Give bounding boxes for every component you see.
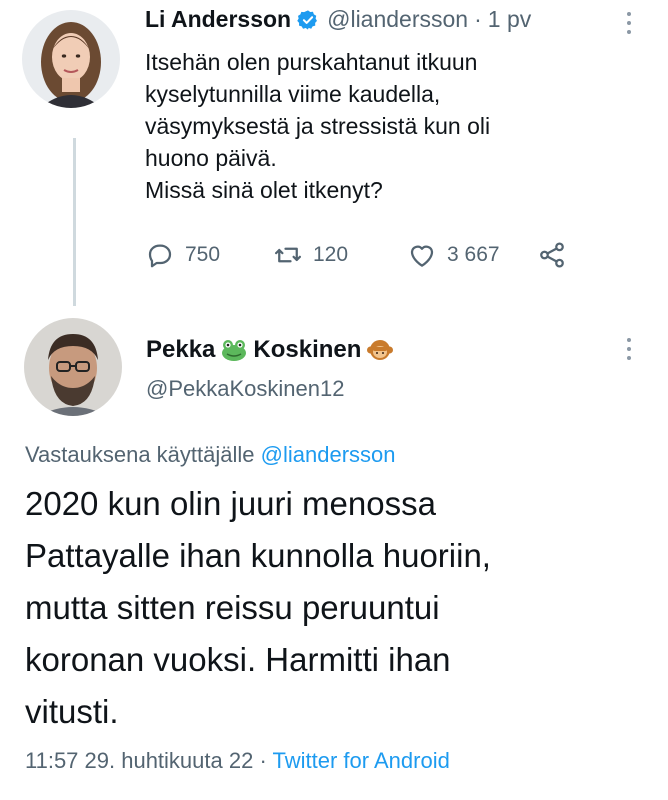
separator-dot: · xyxy=(259,748,267,773)
reply-button[interactable]: 750 xyxy=(145,240,220,270)
tweet-text-line: vitusti. xyxy=(25,693,119,730)
handle[interactable]: @liandersson xyxy=(327,6,468,33)
like-button[interactable]: 3 667 xyxy=(407,240,500,270)
tweet-text-line: Itsehän olen purskahtanut itkuun xyxy=(145,49,478,75)
display-name-part: Koskinen xyxy=(253,336,362,363)
retweet-button[interactable]: 120 xyxy=(273,240,348,270)
avatar-portrait-icon xyxy=(22,10,120,108)
like-count: 3 667 xyxy=(447,243,500,266)
timestamp[interactable]: 1 pv xyxy=(488,6,531,33)
display-name[interactable]: Li Andersson xyxy=(145,6,291,33)
tweet2-display-name[interactable]: Pekka Koskinen xyxy=(146,336,399,364)
retweet-count: 120 xyxy=(313,243,349,266)
client-link[interactable]: Twitter for Android xyxy=(273,748,450,773)
like-icon xyxy=(410,245,434,267)
tweet-text-line: kyselytunnilla viime kaudella, xyxy=(145,81,441,107)
tweet1-text: Itsehän olen purskahtanut itkuun kyselyt… xyxy=(145,46,605,206)
avatar-portrait-icon xyxy=(24,318,122,416)
frog-emoji-icon xyxy=(222,340,247,361)
tweet-text-line: 2020 kun olin juuri menossa xyxy=(25,485,436,522)
reply-icon xyxy=(148,244,172,268)
monkey-emoji-icon xyxy=(367,340,394,360)
retweet-icon xyxy=(275,247,301,263)
tweet-text-line: koronan vuoksi. Harmitti ihan xyxy=(25,641,451,678)
reply-mention-link[interactable]: @liandersson xyxy=(261,442,396,467)
tweet2-handle[interactable]: @PekkaKoskinen12 xyxy=(146,376,344,402)
avatar-pekka-koskinen[interactable] xyxy=(24,318,122,416)
reply-context: Vastauksena käyttäjälle @liandersson xyxy=(25,442,396,468)
tweet-timestamp[interactable]: 11:57 29. huhtikuuta 22 xyxy=(25,748,253,773)
tweet2-text: 2020 kun olin juuri menossa Pattayalle i… xyxy=(25,478,645,738)
avatar-li-andersson[interactable] xyxy=(22,10,120,108)
share-icon xyxy=(540,242,564,268)
display-name-part: Pekka xyxy=(146,336,216,363)
tweet2-meta: 11:57 29. huhtikuuta 22 · Twitter for An… xyxy=(25,748,450,774)
tweet-text-line: Missä sinä olet itkenyt? xyxy=(145,177,383,203)
separator-dot: · xyxy=(474,6,482,32)
reply-count: 750 xyxy=(185,243,221,266)
thread-line xyxy=(73,138,76,306)
tweet1-header: Li Andersson @liandersson · 1 pv xyxy=(145,6,531,33)
tweet-text-line: mutta sitten reissu peruuntui xyxy=(25,589,440,626)
share-button[interactable] xyxy=(537,240,567,270)
more-icon[interactable] xyxy=(624,338,634,360)
tweet-text-line: Pattayalle ihan kunnolla huoriin, xyxy=(25,537,491,574)
tweet1-actions: 750 120 3 667 xyxy=(145,240,585,276)
more-icon[interactable] xyxy=(624,12,634,34)
tweet-text-line: väsymyksestä ja stressistä kun oli xyxy=(145,113,491,139)
tweet-text-line: huono päivä. xyxy=(145,145,277,171)
reply-prefix: Vastauksena käyttäjälle xyxy=(25,442,255,467)
verified-badge-icon xyxy=(297,9,318,30)
